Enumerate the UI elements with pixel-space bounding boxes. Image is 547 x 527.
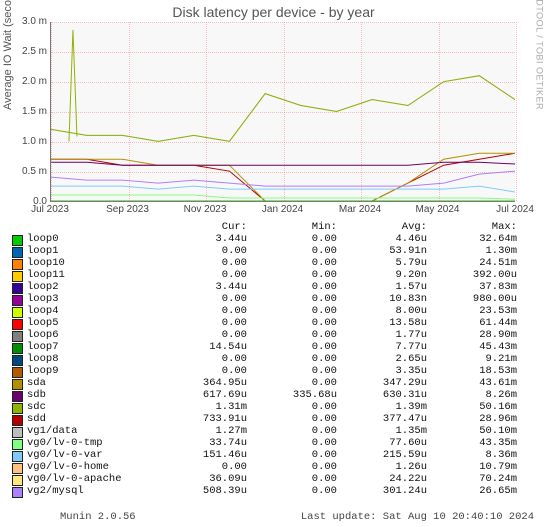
chart-container: Disk latency per device - by year Averag… <box>0 0 547 527</box>
legend-name: loop9 <box>27 366 157 378</box>
legend-row: loop50.000.0013.58u61.44m <box>12 318 532 330</box>
legend-max: 26.65m <box>427 486 517 498</box>
last-update: Last update: Sat Aug 10 20:40:10 2024 <box>301 511 534 523</box>
legend-row: loop23.44u0.001.57u37.83m <box>12 282 532 294</box>
legend-swatch <box>12 391 23 402</box>
legend-row: loop30.000.0010.83n980.00u <box>12 294 532 306</box>
y-tick: 2.5 m <box>7 46 47 57</box>
legend-row: loop60.000.001.77u28.90m <box>12 330 532 342</box>
y-tick: 1.5 m <box>7 106 47 117</box>
legend-swatch <box>12 367 23 378</box>
y-tick: 0.5 m <box>7 166 47 177</box>
legend-swatch <box>12 379 23 390</box>
legend-swatch <box>12 271 23 282</box>
legend-row: loop80.000.002.65u9.21m <box>12 354 532 366</box>
legend-row: sdb617.69u335.68u630.31u8.26m <box>12 390 532 402</box>
legend-swatch <box>12 295 23 306</box>
legend-table: Cur: Min: Avg: Max: loop03.44u0.004.46u3… <box>12 222 532 498</box>
x-tick: May 2024 <box>416 204 460 215</box>
legend-header-row: Cur: Min: Avg: Max: <box>12 222 532 234</box>
rrdtool-watermark: RRDTOOL / TOBI OETIKER <box>535 0 545 110</box>
legend-row: loop100.000.005.79u24.51m <box>12 258 532 270</box>
legend-row: loop10.000.0053.91n1.30m <box>12 246 532 258</box>
y-tick: 3.0 m <box>7 16 47 27</box>
legend-swatch <box>12 439 23 450</box>
legend-swatch <box>12 247 23 258</box>
legend-avg: 301.24u <box>337 486 427 498</box>
munin-version: Munin 2.0.56 <box>60 511 136 523</box>
legend-min: 0.00 <box>247 486 337 498</box>
footer: Munin 2.0.56 Last update: Sat Aug 10 20:… <box>0 511 540 523</box>
legend-swatch <box>12 355 23 366</box>
y-tick: 2.0 m <box>7 76 47 87</box>
x-tick: Jul 2023 <box>31 204 69 215</box>
legend-row: loop03.44u0.004.46u32.64m <box>12 234 532 246</box>
legend-swatch <box>12 415 23 426</box>
legend-row: sda364.95u0.00347.29u43.61m <box>12 378 532 390</box>
x-tick: Nov 2023 <box>184 204 227 215</box>
legend-swatch <box>12 451 23 462</box>
x-tick: Sep 2023 <box>106 204 149 215</box>
legend-swatch <box>12 487 23 498</box>
x-tick: Mar 2024 <box>339 204 381 215</box>
x-tick: Jul 2024 <box>496 204 534 215</box>
legend-swatch <box>12 235 23 246</box>
y-tick: 1.0 m <box>7 136 47 147</box>
legend-name: sdc <box>27 402 157 414</box>
plot-area <box>50 22 515 202</box>
legend-swatch <box>12 475 23 486</box>
legend-row: sdd733.91u0.00377.47u28.96m <box>12 414 532 426</box>
legend-swatch <box>12 427 23 438</box>
chart-title: Disk latency per device - by year <box>0 4 547 20</box>
legend-row: loop40.000.008.00u23.53m <box>12 306 532 318</box>
legend-row: loop90.000.003.35u18.53m <box>12 366 532 378</box>
legend-swatch <box>12 259 23 270</box>
legend-row: sdc1.31m0.001.39m50.16m <box>12 402 532 414</box>
legend-swatch <box>12 283 23 294</box>
legend-name: sdb <box>27 390 157 402</box>
legend-swatch <box>12 331 23 342</box>
legend-swatch <box>12 307 23 318</box>
legend-name: sda <box>27 378 157 390</box>
legend-cur: 508.39u <box>157 486 247 498</box>
legend-row: vg0/lv-0-apache36.09u0.0024.22u70.24m <box>12 474 532 486</box>
legend-row: vg2/mysql508.39u0.00301.24u26.65m <box>12 486 532 498</box>
legend-row: loop110.000.009.20n392.00u <box>12 270 532 282</box>
x-tick: Jan 2024 <box>262 204 303 215</box>
legend-row: loop714.54u0.007.77u45.43m <box>12 342 532 354</box>
legend-swatch <box>12 319 23 330</box>
legend-swatch <box>12 463 23 474</box>
legend-swatch <box>12 403 23 414</box>
legend-name: vg2/mysql <box>27 486 157 498</box>
legend-swatch <box>12 343 23 354</box>
